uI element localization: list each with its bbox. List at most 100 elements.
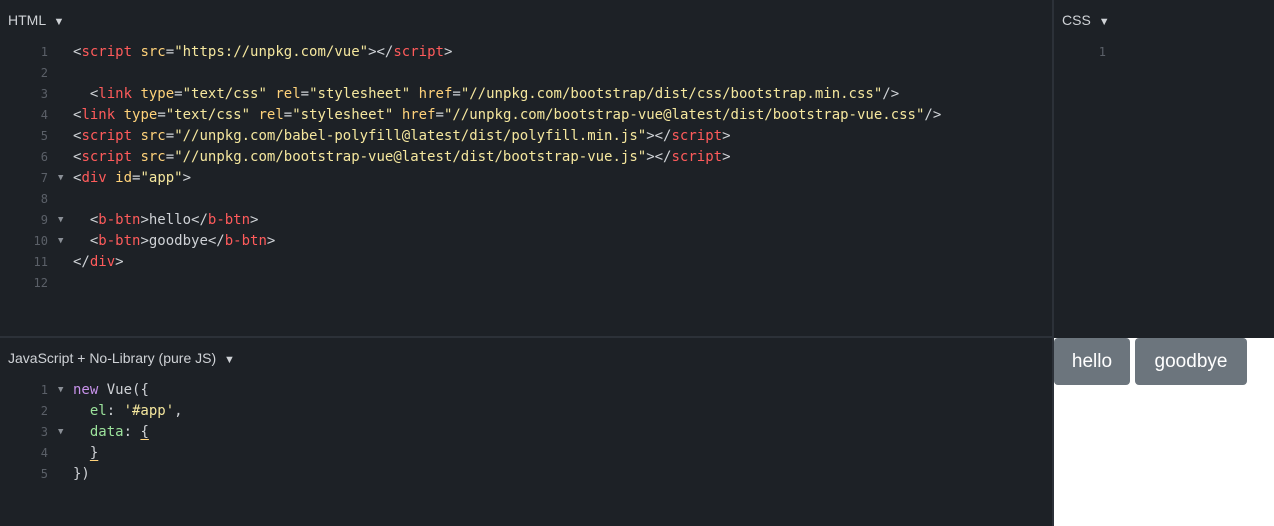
code-token: "stylesheet" xyxy=(309,86,411,102)
dropdown-caret-icon[interactable]: ▼ xyxy=(1099,16,1110,28)
code-token: = xyxy=(452,86,461,102)
code-line[interactable]: 1 <script src="https://unpkg.com/vue"></s… xyxy=(0,42,1052,63)
code-token: "https://unpkg.com/vue" xyxy=(174,44,369,60)
code-token: script xyxy=(81,128,133,144)
hello-button[interactable]: hello xyxy=(1054,338,1130,385)
code-token: "//unpkg.com/bootstrap/dist/css/bootstra… xyxy=(460,86,883,102)
dropdown-caret-icon[interactable]: ▼ xyxy=(53,16,64,28)
line-number: 3 xyxy=(40,87,48,101)
code-line[interactable]: 12 xyxy=(0,273,1052,294)
code-text: <b-btn>hello</b-btn> xyxy=(73,210,259,231)
result-preview: hello goodbye xyxy=(1054,338,1274,526)
fold-toggle-icon[interactable]: ▼ xyxy=(58,380,63,401)
line-number: 4 xyxy=(40,108,48,122)
js-editor-panel: JavaScript + No-Library (pure JS) ▼ 1 ▼ ne… xyxy=(0,338,1052,526)
code-token: "text/css" xyxy=(165,107,251,123)
code-line[interactable]: 3 <link type="text/css" rel="stylesheet"… xyxy=(0,84,1052,105)
code-line[interactable]: 9 ▼ <b-btn>hello</b-btn> xyxy=(0,210,1052,231)
code-line[interactable]: 8 xyxy=(0,189,1052,210)
code-token: '#app' xyxy=(123,403,175,419)
code-line[interactable]: 5 <script src="//unpkg.com/babel-polyfill… xyxy=(0,126,1052,147)
code-token: "//unpkg.com/bootstrap-vue@latest/dist/b… xyxy=(443,107,925,123)
code-line[interactable]: 4 <link type="text/css" rel="stylesheet" … xyxy=(0,105,1052,126)
code-token: script xyxy=(671,149,723,165)
code-token: id xyxy=(115,170,133,186)
code-line[interactable]: 5}) xyxy=(0,464,1052,485)
code-text: el: '#app', xyxy=(73,401,183,422)
code-line[interactable]: 10 ▼ <b-btn>goodbye</b-btn> xyxy=(0,231,1052,252)
code-line[interactable]: 11 </div> xyxy=(0,252,1052,273)
html-panel-header[interactable]: HTML ▼ xyxy=(0,0,1052,42)
code-line[interactable]: 7 ▼ <div id="app"> xyxy=(0,168,1052,189)
goodbye-button[interactable]: goodbye xyxy=(1135,338,1247,385)
fold-toggle-icon[interactable]: ▼ xyxy=(58,231,63,252)
code-token: div xyxy=(81,170,107,186)
code-token: > xyxy=(250,212,259,228)
code-token: b-btn xyxy=(98,212,141,228)
code-token: "//unpkg.com/bootstrap-vue@latest/dist/b… xyxy=(174,149,647,165)
code-token: src xyxy=(140,149,166,165)
code-token: src xyxy=(140,128,166,144)
code-token: > xyxy=(182,170,192,186)
fold-toggle-icon[interactable]: ▼ xyxy=(58,168,63,189)
code-line[interactable]: 1 ▼ new Vue({ xyxy=(0,380,1052,401)
code-line[interactable]: 6 <script src="//unpkg.com/bootstrap-vue@… xyxy=(0,147,1052,168)
code-line[interactable]: 1 xyxy=(1054,42,1274,63)
code-token: href xyxy=(401,107,436,123)
css-editor-panel: CSS ▼ 1 xyxy=(1054,0,1274,336)
code-token: = xyxy=(157,107,166,123)
code-token: link xyxy=(98,86,133,102)
dropdown-caret-icon[interactable]: ▼ xyxy=(224,354,235,366)
code-token: >goodbye</ xyxy=(140,233,225,249)
code-token: type xyxy=(140,86,175,102)
code-token: >hello</ xyxy=(140,212,208,228)
code-token: ></ xyxy=(646,149,672,165)
code-token: el xyxy=(89,403,107,419)
code-line[interactable]: 2 xyxy=(0,63,1052,84)
code-token: data xyxy=(89,424,124,440)
css-code-editor[interactable]: 1 xyxy=(1054,42,1274,63)
line-number: 5 xyxy=(40,129,48,143)
code-token: rel xyxy=(258,107,284,123)
code-token: </ xyxy=(73,254,90,270)
code-token: > xyxy=(722,149,731,165)
line-number: 7 xyxy=(40,171,48,185)
html-code-editor[interactable]: 1 <script src="https://unpkg.com/vue"></s… xyxy=(0,42,1052,294)
fold-toggle-icon[interactable]: ▼ xyxy=(58,422,63,443)
code-text: data: { xyxy=(73,422,149,443)
js-code-editor[interactable]: 1 ▼ new Vue({2 el: '#app', 3 ▼ data: {4 } 5}) xyxy=(0,380,1052,485)
code-token: link xyxy=(81,107,116,123)
css-panel-header[interactable]: CSS ▼ xyxy=(1054,0,1274,42)
code-token: src xyxy=(140,44,166,60)
code-token: rel xyxy=(275,86,301,102)
js-panel-title: JavaScript + No-Library (pure JS) xyxy=(8,350,217,366)
code-token: > xyxy=(443,44,453,60)
code-text: <b-btn>goodbye</b-btn> xyxy=(73,231,275,252)
line-number: 8 xyxy=(40,192,48,206)
code-line[interactable]: 4 } xyxy=(0,443,1052,464)
code-token: "text/css" xyxy=(182,86,267,102)
code-token: "//unpkg.com/babel-polyfill@latest/dist/… xyxy=(174,128,647,144)
code-text: <div id="app"> xyxy=(73,168,191,189)
code-token: > xyxy=(266,233,276,249)
line-number: 1 xyxy=(1098,45,1106,59)
code-token: ></ xyxy=(646,128,672,144)
js-panel-header[interactable]: JavaScript + No-Library (pure JS) ▼ xyxy=(0,338,1052,380)
fold-toggle-icon[interactable]: ▼ xyxy=(58,210,63,231)
code-token: = xyxy=(165,44,175,60)
code-text: <script src="https://unpkg.com/vue"></sc… xyxy=(73,42,452,63)
code-token: div xyxy=(89,254,116,270)
css-panel-title: CSS xyxy=(1062,12,1091,28)
code-token: new xyxy=(73,382,99,398)
code-token: /> xyxy=(924,107,942,123)
code-token: = xyxy=(435,107,444,123)
line-number: 2 xyxy=(40,404,48,418)
code-token: }) xyxy=(73,466,90,482)
code-line[interactable]: 3 ▼ data: { xyxy=(0,422,1052,443)
code-token: script xyxy=(81,44,133,60)
code-line[interactable]: 2 el: '#app', xyxy=(0,401,1052,422)
